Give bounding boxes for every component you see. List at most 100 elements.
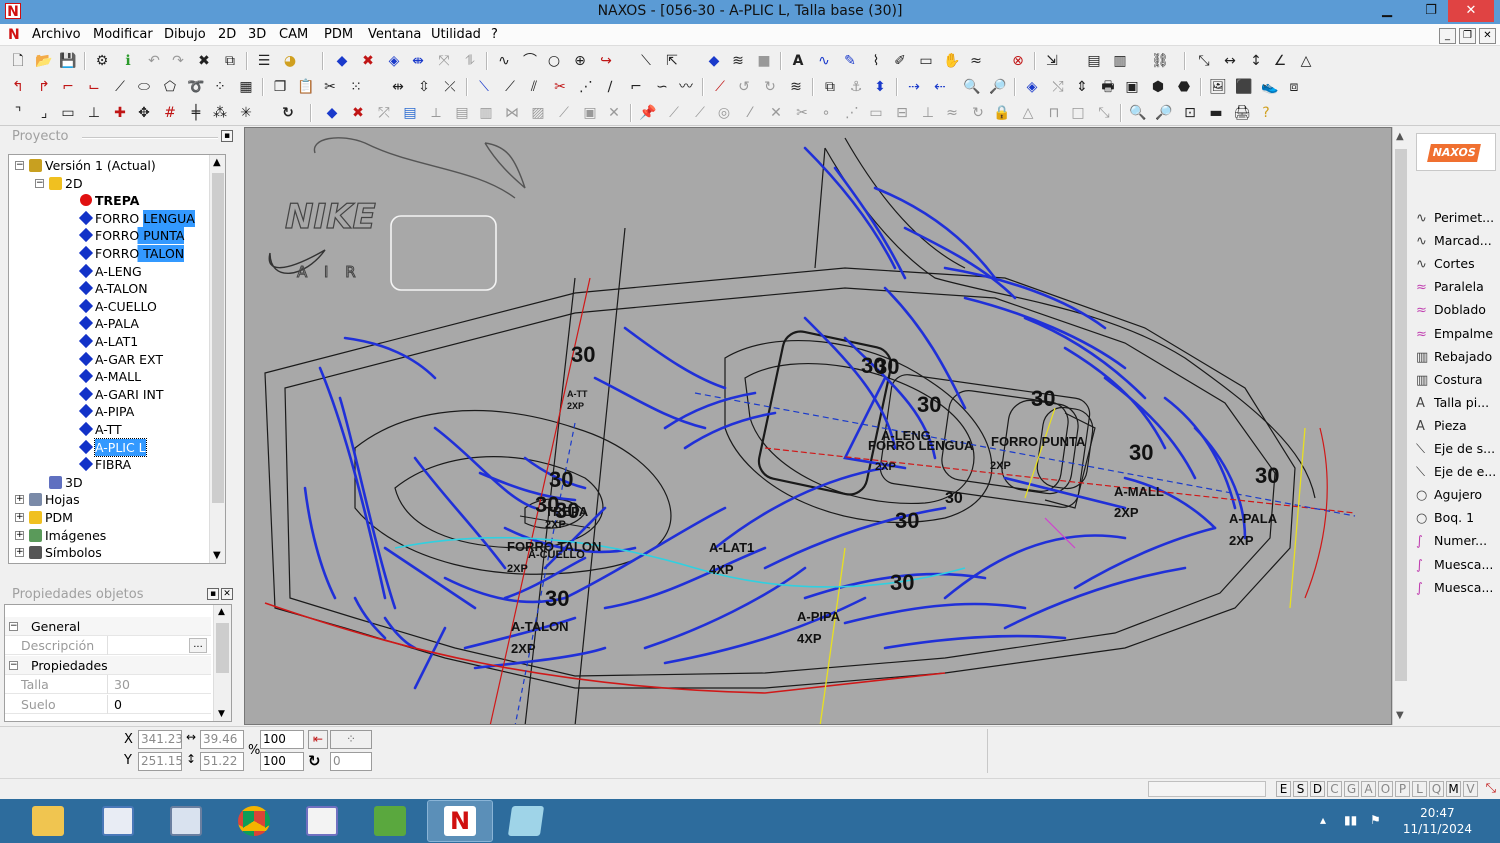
collapse-icon[interactable]: − bbox=[9, 661, 18, 670]
scale-x-field[interactable]: 100 bbox=[260, 730, 304, 749]
frame-icon[interactable]: ▥ bbox=[476, 103, 496, 123]
prop-row-suelo[interactable]: Suelo 0 bbox=[5, 695, 211, 714]
freehand-icon[interactable]: ✐ bbox=[890, 51, 910, 71]
ellipsis-button[interactable]: ... bbox=[189, 638, 207, 653]
join-icon[interactable]: ⟋ bbox=[500, 77, 520, 97]
snap-toggle-c[interactable]: C bbox=[1327, 781, 1342, 797]
step-icon[interactable]: ⌐ bbox=[626, 77, 646, 97]
break-icon[interactable]: ⤫ bbox=[440, 77, 460, 97]
bezier-icon[interactable]: ⌇ bbox=[866, 51, 886, 71]
taskbar-explorer[interactable] bbox=[16, 801, 80, 841]
help-icon[interactable]: ? bbox=[1256, 103, 1276, 123]
slash-icon[interactable]: ⁄ bbox=[740, 103, 760, 123]
diagonal2-icon[interactable]: ⟋ bbox=[690, 103, 710, 123]
palette-item[interactable]: ∫ Numer... bbox=[1416, 530, 1500, 552]
layers-icon[interactable]: ☰ bbox=[254, 51, 274, 71]
corner-round-icon[interactable]: ⌙ bbox=[84, 77, 104, 97]
paste-icon[interactable]: 📋 bbox=[296, 77, 316, 97]
snap-toggle-p[interactable]: P bbox=[1395, 781, 1410, 797]
node-icon[interactable]: ◆ bbox=[704, 51, 724, 71]
delete-icon[interactable]: ✖ bbox=[194, 51, 214, 71]
align-left-icon[interactable]: ⇤ bbox=[308, 730, 328, 749]
text-icon[interactable]: A bbox=[788, 51, 808, 71]
diagonal-icon[interactable]: ⟋ bbox=[664, 103, 684, 123]
scroll-down-icon[interactable]: ▼ bbox=[1396, 710, 1404, 721]
box-icon[interactable]: ▣ bbox=[580, 103, 600, 123]
shoe-icon[interactable]: 👟 bbox=[1260, 77, 1280, 97]
menu-3d[interactable]: 3D bbox=[248, 27, 266, 42]
scale-piece-icon[interactable]: ⤧ bbox=[434, 51, 454, 71]
printer-icon[interactable]: 🖨 bbox=[1232, 103, 1252, 123]
order-icon[interactable]: ⬍ bbox=[870, 77, 890, 97]
stack-pieces-icon[interactable]: ⧈ bbox=[1284, 77, 1304, 97]
w-field[interactable]: 39.46 bbox=[200, 730, 244, 749]
palette-item[interactable]: ≈ Empalme bbox=[1416, 323, 1500, 345]
knife-icon[interactable]: ⟋ bbox=[710, 77, 730, 97]
palette-item[interactable]: ≈ Paralela bbox=[1416, 276, 1500, 298]
triangle-icon[interactable]: △ bbox=[1296, 51, 1316, 71]
square-icon[interactable]: □ bbox=[1068, 103, 1088, 123]
canvas-scroll-thumb[interactable] bbox=[1395, 149, 1407, 681]
spiral-icon[interactable]: ➰ bbox=[186, 77, 206, 97]
brush-icon[interactable]: ⟋ bbox=[554, 103, 574, 123]
taskbar-calculator[interactable] bbox=[86, 801, 150, 841]
props-scrollbar[interactable]: ▲ ▼ bbox=[213, 605, 231, 721]
hash-icon[interactable]: # bbox=[160, 103, 180, 123]
corner-arc-icon[interactable]: ↱ bbox=[34, 77, 54, 97]
snap-toggle-e[interactable]: E bbox=[1276, 781, 1291, 797]
mdi-restore-button[interactable]: ❐ bbox=[1459, 28, 1476, 44]
taskbar-vector-app[interactable] bbox=[358, 801, 422, 841]
pan-right-icon[interactable]: ⇢ bbox=[904, 77, 924, 97]
line-icon[interactable]: ⟍ bbox=[636, 51, 656, 71]
flag-icon[interactable]: ⚑ bbox=[1370, 813, 1381, 827]
x-field[interactable]: 341.23 bbox=[138, 730, 183, 749]
curve-blue-icon[interactable]: ∿ bbox=[814, 51, 834, 71]
save-shape-icon[interactable]: ⬣ bbox=[1174, 77, 1194, 97]
palette-item[interactable]: ▥ Rebajado bbox=[1416, 346, 1500, 368]
snap-toggle-v[interactable]: V bbox=[1463, 781, 1478, 797]
menu-utilidad[interactable]: Utilidad bbox=[431, 27, 481, 42]
scroll-down-icon[interactable]: ▼ bbox=[218, 709, 225, 719]
prop-group-propiedades[interactable]: − Propiedades bbox=[5, 656, 211, 675]
zigzag-icon[interactable]: ≋ bbox=[728, 51, 748, 71]
menu-ventana[interactable]: Ventana bbox=[368, 27, 421, 42]
target-icon[interactable]: ◎ bbox=[714, 103, 734, 123]
print-preview-icon[interactable]: 🖶 bbox=[1098, 77, 1118, 97]
snap-toggle-m[interactable]: M bbox=[1446, 781, 1461, 797]
taskbar-naxos[interactable]: N bbox=[427, 800, 493, 842]
snap-toggle-q[interactable]: Q bbox=[1429, 781, 1444, 797]
grade-icon[interactable]: ⥮ bbox=[460, 51, 480, 71]
lock-icon[interactable]: 🔒 bbox=[992, 103, 1012, 123]
cross-red-icon[interactable]: ✚ bbox=[110, 103, 130, 123]
align-icon[interactable]: ⟂ bbox=[426, 103, 446, 123]
dimension-icon[interactable]: ⊥ bbox=[84, 103, 104, 123]
document-props-icon[interactable]: ▤ bbox=[400, 103, 420, 123]
maximize-button[interactable]: ❐ bbox=[1414, 0, 1448, 22]
palette-item[interactable]: A Pieza bbox=[1416, 415, 1500, 437]
flip-v-icon[interactable]: ⇳ bbox=[414, 77, 434, 97]
export-icon[interactable]: ⇲ bbox=[1042, 51, 1062, 71]
expand-icon[interactable]: + bbox=[15, 513, 24, 522]
menu-cam[interactable]: CAM bbox=[279, 27, 308, 42]
network-icon[interactable]: ▮▮ bbox=[1344, 813, 1357, 827]
scroll-up-icon[interactable]: ▲ bbox=[1396, 131, 1404, 142]
extend-icon[interactable]: ⟍ bbox=[474, 77, 494, 97]
point-icon[interactable]: ⊕ bbox=[570, 51, 590, 71]
rectangle-icon[interactable]: ▭ bbox=[916, 51, 936, 71]
palette-item[interactable]: ○ Agujero bbox=[1416, 484, 1500, 506]
taskbar-clock[interactable]: 20:47 11/11/2024 bbox=[1403, 805, 1472, 837]
cut-icon[interactable]: ✂ bbox=[320, 77, 340, 97]
ruler2-icon[interactable]: ⊟ bbox=[892, 103, 912, 123]
wave2-icon[interactable]: ≈ bbox=[942, 103, 962, 123]
node-split-icon[interactable]: ⋈ bbox=[502, 103, 522, 123]
smooth-icon[interactable]: 〰 bbox=[676, 77, 696, 97]
zoom-window-icon[interactable]: 🔍 bbox=[1128, 103, 1148, 123]
menu-pdm[interactable]: PDM bbox=[324, 27, 353, 42]
palette-item[interactable]: ▥ Costura bbox=[1416, 369, 1500, 391]
redo-icon[interactable]: ↷ bbox=[168, 51, 188, 71]
perp-icon[interactable]: ⊥ bbox=[918, 103, 938, 123]
burst-icon[interactable]: ✳ bbox=[236, 103, 256, 123]
spline-icon[interactable]: ∿ bbox=[494, 51, 514, 71]
menu-2d[interactable]: 2D bbox=[218, 27, 236, 42]
suelo-value[interactable]: 0 bbox=[107, 695, 211, 714]
